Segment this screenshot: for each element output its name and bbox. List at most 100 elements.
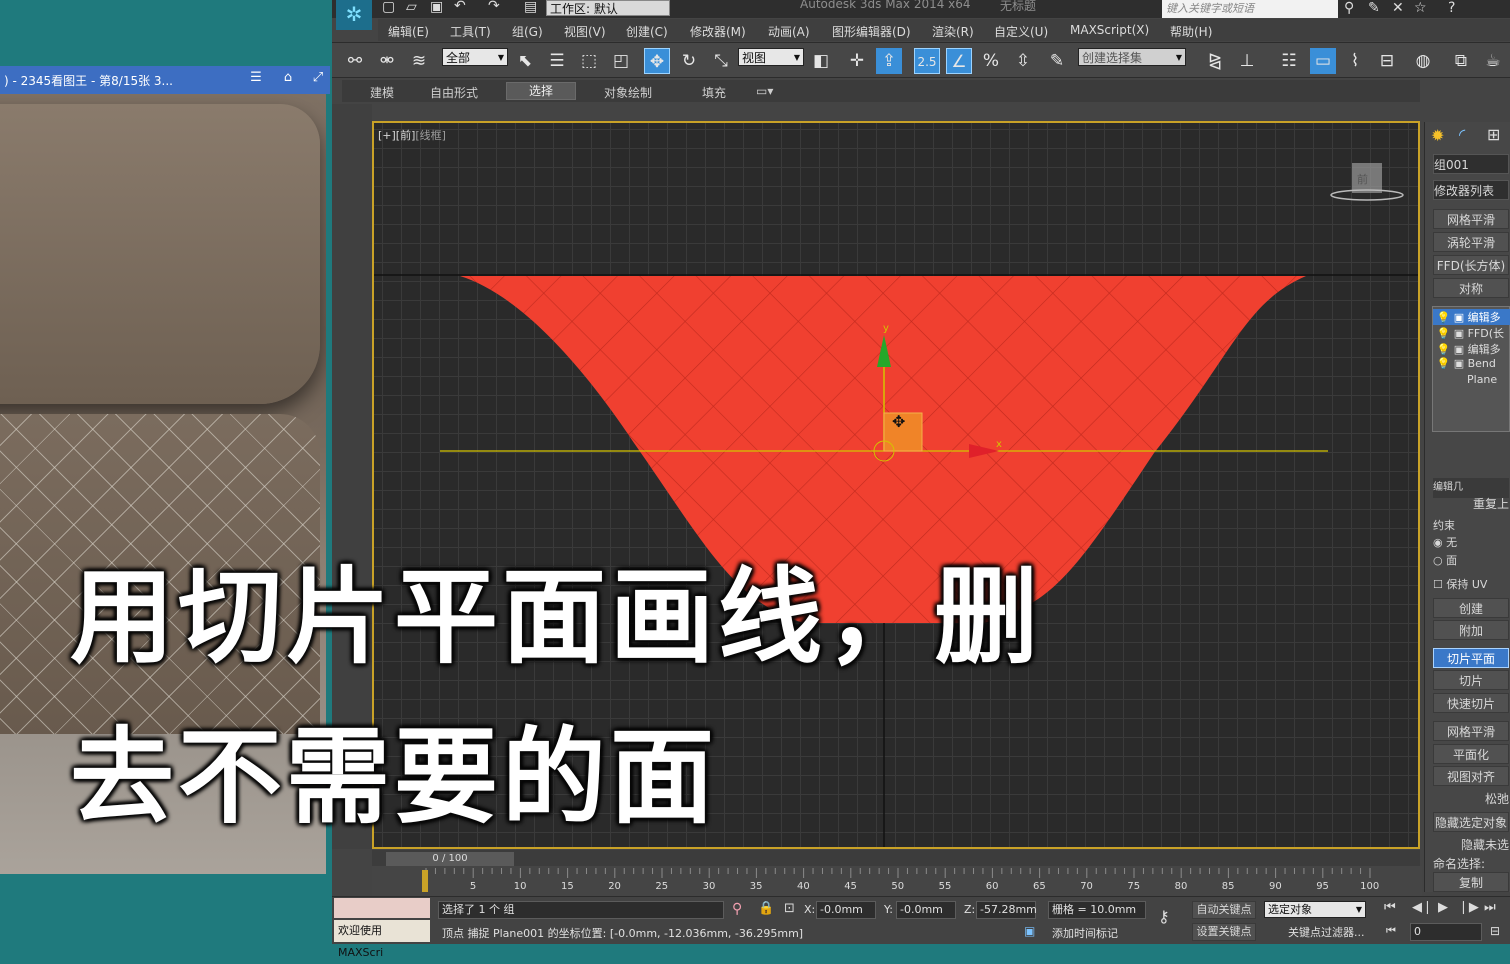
keyboard-shortcut-icon[interactable]: ⇪	[876, 48, 902, 74]
previous-frame-icon[interactable]: ◀❘	[1412, 900, 1433, 915]
toggle-ribbon-icon[interactable]: ▭	[1310, 48, 1336, 74]
quickslice-button[interactable]: 快速切片	[1433, 693, 1509, 713]
go-to-start-icon[interactable]: ⏮	[1384, 900, 1396, 915]
auto-key-button[interactable]: 自动关键点	[1192, 901, 1256, 919]
viewport-label-text[interactable]: [+][前]	[378, 129, 415, 142]
create-tab-icon[interactable]: ✹	[1431, 126, 1444, 145]
tab-freeform[interactable]: 自由形式	[430, 84, 478, 101]
help-icon[interactable]: ?	[1448, 0, 1455, 16]
bind-space-warp-icon[interactable]: ≋	[406, 48, 432, 74]
maxscript-listener-mini[interactable]	[334, 898, 430, 918]
time-slider[interactable]: 0 / 100	[386, 852, 514, 866]
view-align-button[interactable]: 视图对齐	[1433, 766, 1509, 786]
exchange-icon[interactable]: ✕	[1392, 0, 1404, 16]
relax-button[interactable]: 松弛	[1433, 789, 1509, 809]
stack-base-object[interactable]: Plane	[1433, 373, 1510, 389]
hierarchy-tab-icon[interactable]: ⊞	[1487, 125, 1500, 144]
pivot-center-icon[interactable]: ◧	[808, 48, 834, 74]
search-input[interactable]: 键入关键字或短语	[1162, 0, 1338, 18]
create-button[interactable]: 创建	[1433, 598, 1509, 618]
key-mode-toggle-icon[interactable]: ⏮	[1386, 924, 1396, 938]
ffd-box-button[interactable]: FFD(长方体)	[1433, 255, 1509, 275]
unlink-icon[interactable]: ⚮	[374, 48, 400, 74]
hide-unselected-button[interactable]: 隐藏未选	[1433, 835, 1509, 855]
next-frame-icon[interactable]: ❘▶	[1458, 900, 1479, 915]
fullscreen-icon[interactable]: ⤢	[309, 70, 327, 88]
modifier-stack[interactable]: 💡 ▣ 编辑多 💡 ▣ FFD(长 💡 ▣ 编辑多 💡 ▣ Bend Plane	[1432, 306, 1510, 432]
select-scale-icon[interactable]: ⤡	[708, 48, 734, 74]
attach-button[interactable]: 附加	[1433, 620, 1509, 640]
open-file-icon[interactable]: ▱	[406, 0, 417, 15]
app-logo[interactable]: ✲	[336, 0, 372, 30]
stack-item[interactable]: 💡 ▣ 编辑多	[1433, 309, 1510, 325]
binoculars-icon[interactable]: ⚲	[1344, 0, 1354, 16]
key-mode-dropdown[interactable]: 选定对象	[1264, 901, 1366, 918]
skin-icon[interactable]: ⌂	[279, 70, 297, 88]
rect-selection-icon[interactable]: ⬚	[576, 48, 602, 74]
hide-selected-button[interactable]: 隐藏选定对象	[1433, 812, 1509, 832]
select-move-icon[interactable]: ✥	[644, 48, 670, 74]
favorites-icon[interactable]: ☆	[1414, 0, 1427, 16]
ribbon-options-icon[interactable]: ▭▾	[756, 84, 773, 98]
menu-rendering[interactable]: 渲染(R)	[932, 23, 974, 40]
modify-tab-icon[interactable]: ◜	[1459, 125, 1465, 144]
tab-populate[interactable]: 填充	[702, 84, 726, 101]
add-time-tag[interactable]: 添加时间标记	[1052, 925, 1118, 943]
angle-snap-icon[interactable]: ∠	[946, 48, 972, 74]
meshsmooth-poly-button[interactable]: 网格平滑	[1433, 721, 1509, 741]
curve-editor-icon[interactable]: ⌇	[1342, 48, 1368, 74]
snaps-toggle-icon[interactable]: 2.5	[914, 48, 940, 74]
object-name-field[interactable]: 组001	[1433, 154, 1509, 174]
time-configuration-icon[interactable]: ⊟	[1490, 924, 1500, 938]
render-setup-icon[interactable]: ⧉	[1448, 48, 1474, 74]
menu-edit[interactable]: 编辑(E)	[388, 23, 429, 40]
menu-graph-editors[interactable]: 图形编辑器(D)	[832, 23, 911, 40]
select-manipulate-icon[interactable]: ✛	[844, 48, 870, 74]
mirror-icon[interactable]: ⧎	[1202, 48, 1228, 74]
menu-customize[interactable]: 自定义(U)	[994, 23, 1048, 40]
menu-views[interactable]: 视图(V)	[564, 23, 606, 40]
undo-icon[interactable]: ↶	[454, 0, 466, 14]
menu-icon[interactable]: ☰	[247, 70, 265, 88]
symmetry-button[interactable]: 对称	[1433, 278, 1509, 298]
modifier-list-dropdown[interactable]: 修改器列表	[1433, 180, 1509, 200]
lock-icon[interactable]: 🔒	[758, 901, 774, 916]
layer-explorer-icon[interactable]: ☷	[1276, 48, 1302, 74]
go-to-end-icon[interactable]: ⏭	[1484, 900, 1496, 915]
repeat-last-button[interactable]: 重复上	[1433, 494, 1509, 514]
selection-filter-dropdown[interactable]: 全部	[442, 48, 508, 67]
new-file-icon[interactable]: ▢	[382, 0, 395, 15]
slice-plane-button[interactable]: 切片平面	[1433, 648, 1509, 668]
spinner-snap-icon[interactable]: ⇳	[1010, 48, 1036, 74]
reference-coordinate-dropdown[interactable]: 视图	[738, 48, 804, 67]
edit-named-selection-icon[interactable]: ✎	[1044, 48, 1070, 74]
select-by-name-icon[interactable]: ☰	[544, 48, 570, 74]
play-icon[interactable]: ▶	[1438, 900, 1448, 915]
menu-maxscript[interactable]: MAXScript(X)	[1070, 23, 1149, 37]
y-coordinate-field[interactable]: -0.0mm	[896, 901, 956, 919]
constraint-face-radio[interactable]: ○ 面	[1433, 551, 1509, 571]
menu-tools[interactable]: 工具(T)	[450, 23, 491, 40]
x-coordinate-field[interactable]: -0.0mm	[816, 901, 876, 919]
viewport-shading-label[interactable]: [线框]	[415, 129, 446, 142]
stack-item[interactable]: 💡 ▣ FFD(长	[1433, 325, 1510, 341]
menu-help[interactable]: 帮助(H)	[1170, 23, 1212, 40]
save-icon[interactable]: ▣	[430, 0, 443, 15]
select-object-icon[interactable]: ⬉	[512, 48, 538, 74]
key-icon[interactable]: ⚷	[1158, 907, 1170, 926]
track-bar[interactable]: 5 10 15 20 25 30 35 40 45 50 55 60 65 70 75 80 85 90 95 100	[372, 866, 1422, 896]
maxscript-welcome[interactable]: 欢迎使用 MAXScri	[334, 920, 430, 959]
workspace-dropdown[interactable]: 工作区: 默认	[546, 0, 670, 16]
select-rotate-icon[interactable]: ↻	[676, 48, 702, 74]
stack-item[interactable]: 💡 ▣ Bend	[1433, 357, 1510, 373]
meshsmooth-button[interactable]: 网格平滑	[1433, 209, 1509, 229]
render-icon[interactable]: ☕	[1480, 48, 1506, 74]
schematic-view-icon[interactable]: ⊟	[1374, 48, 1400, 74]
current-frame-marker[interactable]	[422, 870, 428, 892]
copy-button[interactable]: 复制	[1433, 872, 1509, 892]
current-frame-field[interactable]: 0	[1410, 923, 1482, 941]
menu-create[interactable]: 创建(C)	[626, 23, 668, 40]
align-icon[interactable]: ⊥	[1234, 48, 1260, 74]
redo-icon[interactable]: ↷	[488, 0, 500, 14]
key-filters-button[interactable]: 关键点过滤器...	[1288, 924, 1365, 942]
